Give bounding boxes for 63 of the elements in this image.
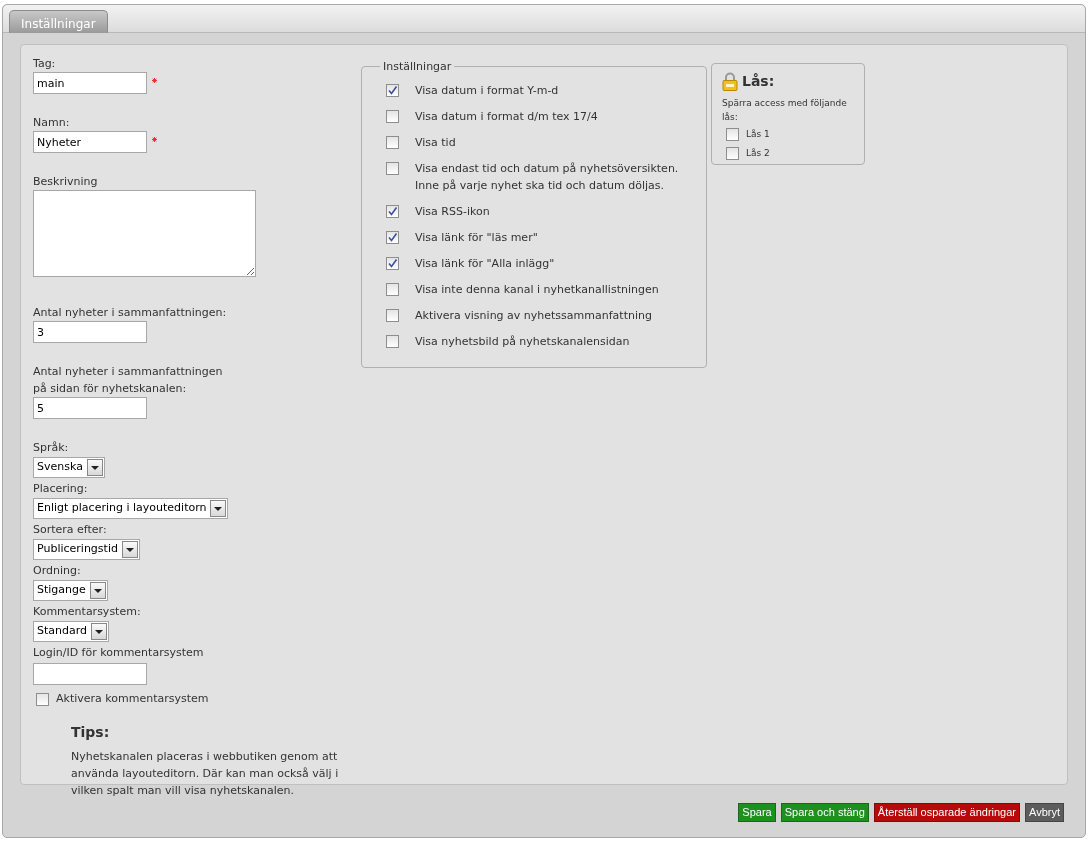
group-legend: Inställningar (380, 61, 455, 72)
field-label: Beskrivning (33, 174, 99, 190)
dropdown[interactable]: Publiceringstid (33, 539, 140, 560)
checkbox[interactable] (726, 146, 739, 160)
input-field[interactable] (33, 663, 147, 685)
checkbox[interactable] (386, 335, 399, 348)
input-field[interactable]: Nyheter (33, 131, 147, 153)
option-label: Visa datum i format d/m tex 17/4 (415, 109, 598, 125)
checkbox-label: Aktivera kommentarsystem (56, 691, 209, 707)
action-button[interactable]: Spara och stäng (780, 803, 869, 822)
input-field[interactable]: 3 (33, 321, 147, 343)
checkbox[interactable] (386, 84, 399, 97)
checkbox[interactable] (386, 309, 399, 322)
padlock-icon (722, 72, 738, 91)
dropdown[interactable]: Svenska (33, 457, 105, 478)
option-label: Visa inte denna kanal i nyhetkanallistningen (415, 282, 659, 298)
text-area[interactable] (33, 190, 256, 277)
checkbox[interactable] (386, 205, 399, 218)
checkbox-label: Lås 2 (746, 146, 770, 160)
input-field[interactable]: main (33, 72, 147, 94)
option-label: Visa endast tid och datum på nyhetsöversikten. Inne på varje nyhet ska tid och datum döljas. (415, 161, 679, 194)
tips-heading: Tips: (71, 723, 111, 741)
field-label: Tag: (33, 56, 57, 72)
caret-icon (89, 582, 106, 599)
checkbox[interactable] (386, 257, 399, 270)
field-label: Placering: (33, 481, 89, 497)
field-label: Antal nyheter i sammanfattningen: (33, 305, 228, 321)
option-label: Aktivera visning av nyhetssammanfattning (415, 308, 652, 324)
dropdown[interactable]: Stigange (33, 580, 108, 601)
checkbox[interactable] (386, 283, 399, 296)
field-label: Språk: (33, 440, 70, 456)
caret-icon (91, 623, 108, 640)
option-label: Visa datum i format Y-m-d (415, 83, 559, 99)
field-label: Login/ID för kommentarsystem (33, 645, 205, 661)
dropdown[interactable]: Standard (33, 621, 110, 642)
lock-heading: Lås: (742, 73, 775, 90)
checkbox[interactable] (726, 128, 739, 142)
action-button[interactable]: Återställ osparade ändringar (873, 803, 1020, 822)
field-label: Antal nyheter i sammanfattningen på sidan för nyhetskanalen: (33, 364, 224, 397)
field-label: Sortera efter: (33, 522, 108, 538)
tips-text: Nyhetskanalen placeras i webbutiken genom att använda layouteditorn. Där kan man också välj i vilken spalt man vill visa nyhetskanalen. (71, 749, 340, 800)
checkbox[interactable] (386, 136, 399, 149)
checkbox[interactable] (386, 162, 399, 175)
option-label: Visa länk för "Alla inlägg" (415, 256, 555, 272)
field-label: Namn: (33, 115, 71, 131)
input-field[interactable]: 5 (33, 397, 147, 419)
caret-icon (121, 541, 138, 558)
checkbox-label: Lås 1 (746, 128, 770, 141)
lock-description: Spärra access med följande lås: (722, 97, 848, 124)
option-label: Visa länk för "läs mer" (415, 230, 538, 246)
field-label: Kommentarsystem: (33, 604, 142, 620)
caret-icon (210, 500, 227, 517)
option-label: Visa RSS-ikon (415, 204, 490, 220)
option-label: Visa nyhetsbild på nyhetskanalensidan (415, 334, 630, 350)
checkbox[interactable] (386, 110, 399, 123)
option-label: Visa tid (415, 135, 456, 151)
dropdown[interactable]: Enligt placering i layouteditorn (33, 498, 229, 519)
action-button[interactable]: Avbryt (1025, 803, 1064, 822)
field-label: Ordning: (33, 563, 82, 579)
caret-icon (86, 459, 103, 476)
action-button[interactable]: Spara (738, 803, 776, 822)
checkbox[interactable] (386, 231, 399, 244)
checkbox[interactable] (36, 692, 49, 706)
